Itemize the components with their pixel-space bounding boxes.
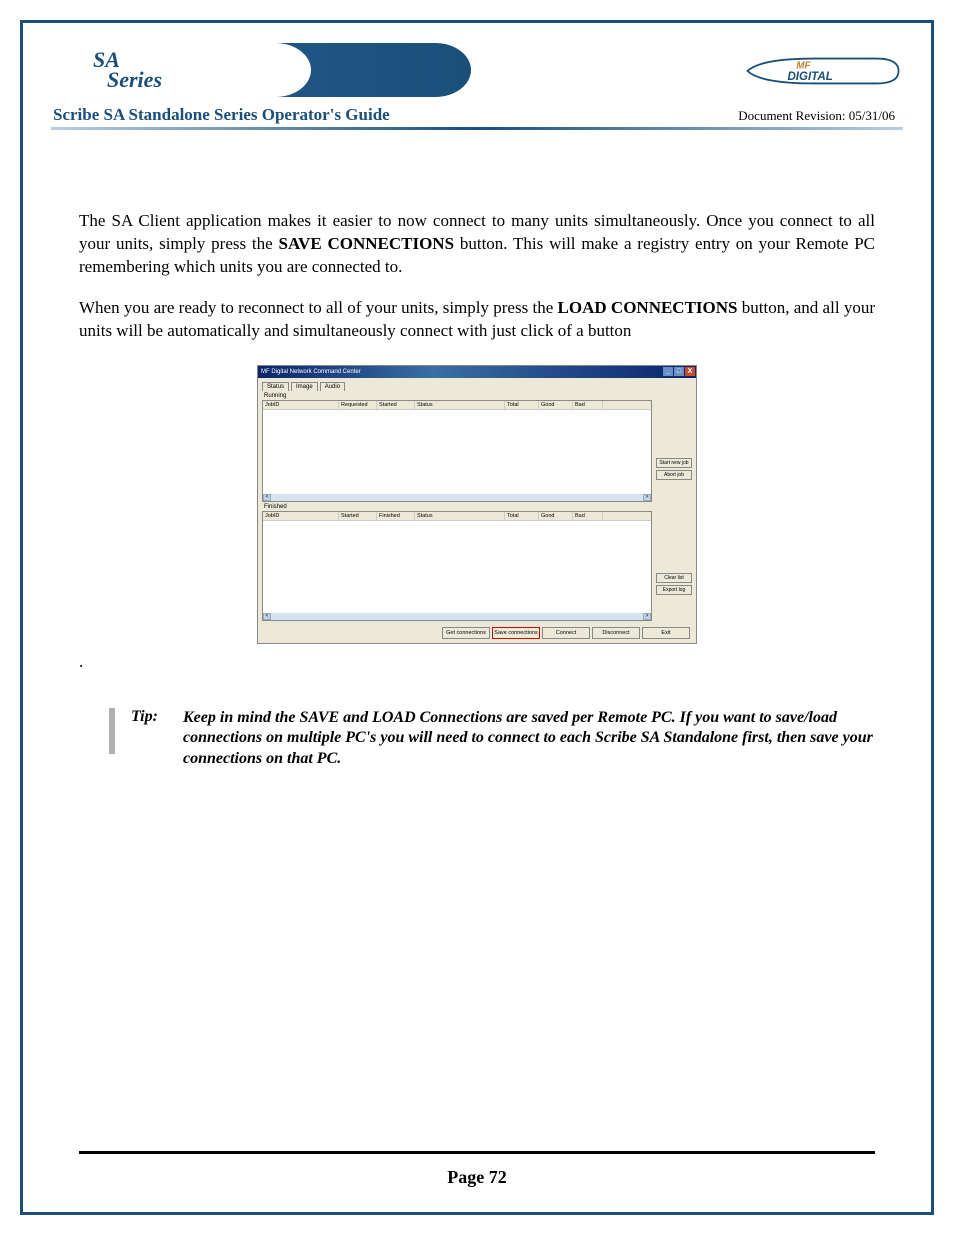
col-good[interactable]: Good	[539, 512, 573, 520]
header-banner: SA Series MF DIGITAL	[51, 43, 903, 103]
col-total[interactable]: Total	[505, 512, 539, 520]
finished-main: JobID Started Finished Status Total Good…	[262, 511, 652, 621]
finished-row: JobID Started Finished Status Total Good…	[262, 511, 692, 621]
header-bar: Scribe SA Standalone Series Operator's G…	[51, 103, 903, 127]
col-jobid[interactable]: JobID	[263, 512, 339, 520]
tab-status[interactable]: Status	[262, 382, 289, 391]
running-grid-header: JobID Requested Started Status Total Goo…	[263, 401, 651, 410]
logo-series: Series	[107, 67, 162, 93]
exit-button[interactable]: Exit	[642, 627, 690, 639]
finished-grid: JobID Started Finished Status Total Good…	[262, 511, 652, 621]
start-new-job-button[interactable]: Start new job	[656, 458, 692, 468]
window-titlebar: MF Digital Network Command Center _ □ X	[258, 366, 696, 378]
sa-series-logo: SA Series	[93, 47, 162, 93]
col-good[interactable]: Good	[539, 401, 573, 409]
col-total[interactable]: Total	[505, 401, 539, 409]
page-header: SA Series MF DIGITAL Scribe SA Standalon…	[51, 43, 903, 130]
window-controls: _ □ X	[663, 367, 695, 376]
export-log-button[interactable]: Export log	[656, 585, 692, 595]
mf-digital-logo: MF DIGITAL	[743, 53, 903, 89]
scroll-right-icon[interactable]: >	[643, 494, 651, 501]
tab-audio[interactable]: Audio	[320, 382, 345, 391]
running-grid: JobID Requested Started Status Total Goo…	[262, 400, 652, 502]
col-requested[interactable]: Requested	[339, 401, 377, 409]
header-rule	[51, 127, 903, 130]
col-bad[interactable]: Bad	[573, 401, 603, 409]
disconnect-button[interactable]: Disconnect	[592, 627, 640, 639]
tip-text: Keep in mind the SAVE and LOAD Connectio…	[183, 708, 875, 770]
body-content: The SA Client application makes it easie…	[79, 210, 875, 343]
doc-title: Scribe SA Standalone Series Operator's G…	[53, 105, 390, 125]
finished-scrollbar[interactable]: < >	[263, 613, 651, 620]
p2-bold: LOAD CONNECTIONS	[558, 298, 738, 317]
window-body: Status Image Audio Running JobID Request…	[258, 378, 696, 643]
maximize-button[interactable]: □	[674, 367, 684, 376]
app-screenshot: MF Digital Network Command Center _ □ X …	[257, 365, 697, 644]
tip-block: Tip: Keep in mind the SAVE and LOAD Conn…	[109, 708, 875, 770]
minimize-button[interactable]: _	[663, 367, 673, 376]
get-connections-button[interactable]: Get connections	[442, 627, 490, 639]
col-jobid[interactable]: JobID	[263, 401, 339, 409]
scroll-left-icon[interactable]: <	[263, 613, 271, 620]
col-finished[interactable]: Finished	[377, 512, 415, 520]
p1-bold: SAVE CONNECTIONS	[279, 234, 455, 253]
running-side: Start new job Abort job	[656, 400, 692, 502]
p2-text-a: When you are ready to reconnect to all o…	[79, 298, 558, 317]
bottom-button-row: Get connections Save connections Connect…	[262, 627, 692, 639]
finished-side: Clear list Export log	[656, 511, 692, 621]
page-number: Page 72	[23, 1167, 931, 1188]
paragraph-1: The SA Client application makes it easie…	[79, 210, 875, 279]
running-main: JobID Requested Started Status Total Goo…	[262, 400, 652, 502]
finished-label: Finished	[264, 504, 692, 510]
col-started[interactable]: Started	[377, 401, 415, 409]
tip-bar-icon	[109, 708, 115, 754]
col-status[interactable]: Status	[415, 512, 505, 520]
window-title: MF Digital Network Command Center	[261, 369, 361, 375]
running-scrollbar[interactable]: < >	[263, 494, 651, 501]
scroll-right-icon[interactable]: >	[643, 613, 651, 620]
footer-rule	[79, 1151, 875, 1154]
tab-image[interactable]: Image	[291, 382, 318, 391]
svg-text:MF: MF	[796, 60, 811, 71]
tabs: Status Image Audio	[262, 382, 692, 391]
col-status[interactable]: Status	[415, 401, 505, 409]
clear-list-button[interactable]: Clear list	[656, 573, 692, 583]
finished-grid-header: JobID Started Finished Status Total Good…	[263, 512, 651, 521]
abort-job-button[interactable]: Abort job	[656, 470, 692, 480]
col-bad[interactable]: Bad	[573, 512, 603, 520]
save-connections-button[interactable]: Save connections	[492, 627, 540, 639]
tip-label: Tip:	[131, 708, 175, 770]
tip-marker	[109, 708, 123, 770]
paragraph-2: When you are ready to reconnect to all o…	[79, 297, 875, 343]
svg-text:DIGITAL: DIGITAL	[787, 71, 832, 83]
stray-period: .	[79, 652, 931, 672]
running-row: JobID Requested Started Status Total Goo…	[262, 400, 692, 502]
scroll-left-icon[interactable]: <	[263, 494, 271, 501]
doc-revision: Document Revision: 05/31/06	[738, 108, 895, 124]
col-started[interactable]: Started	[339, 512, 377, 520]
connect-button[interactable]: Connect	[542, 627, 590, 639]
banner-swoosh-light	[51, 43, 311, 97]
page-border: SA Series MF DIGITAL Scribe SA Standalon…	[20, 20, 934, 1215]
close-button[interactable]: X	[685, 367, 695, 376]
running-label: Running	[264, 393, 692, 399]
